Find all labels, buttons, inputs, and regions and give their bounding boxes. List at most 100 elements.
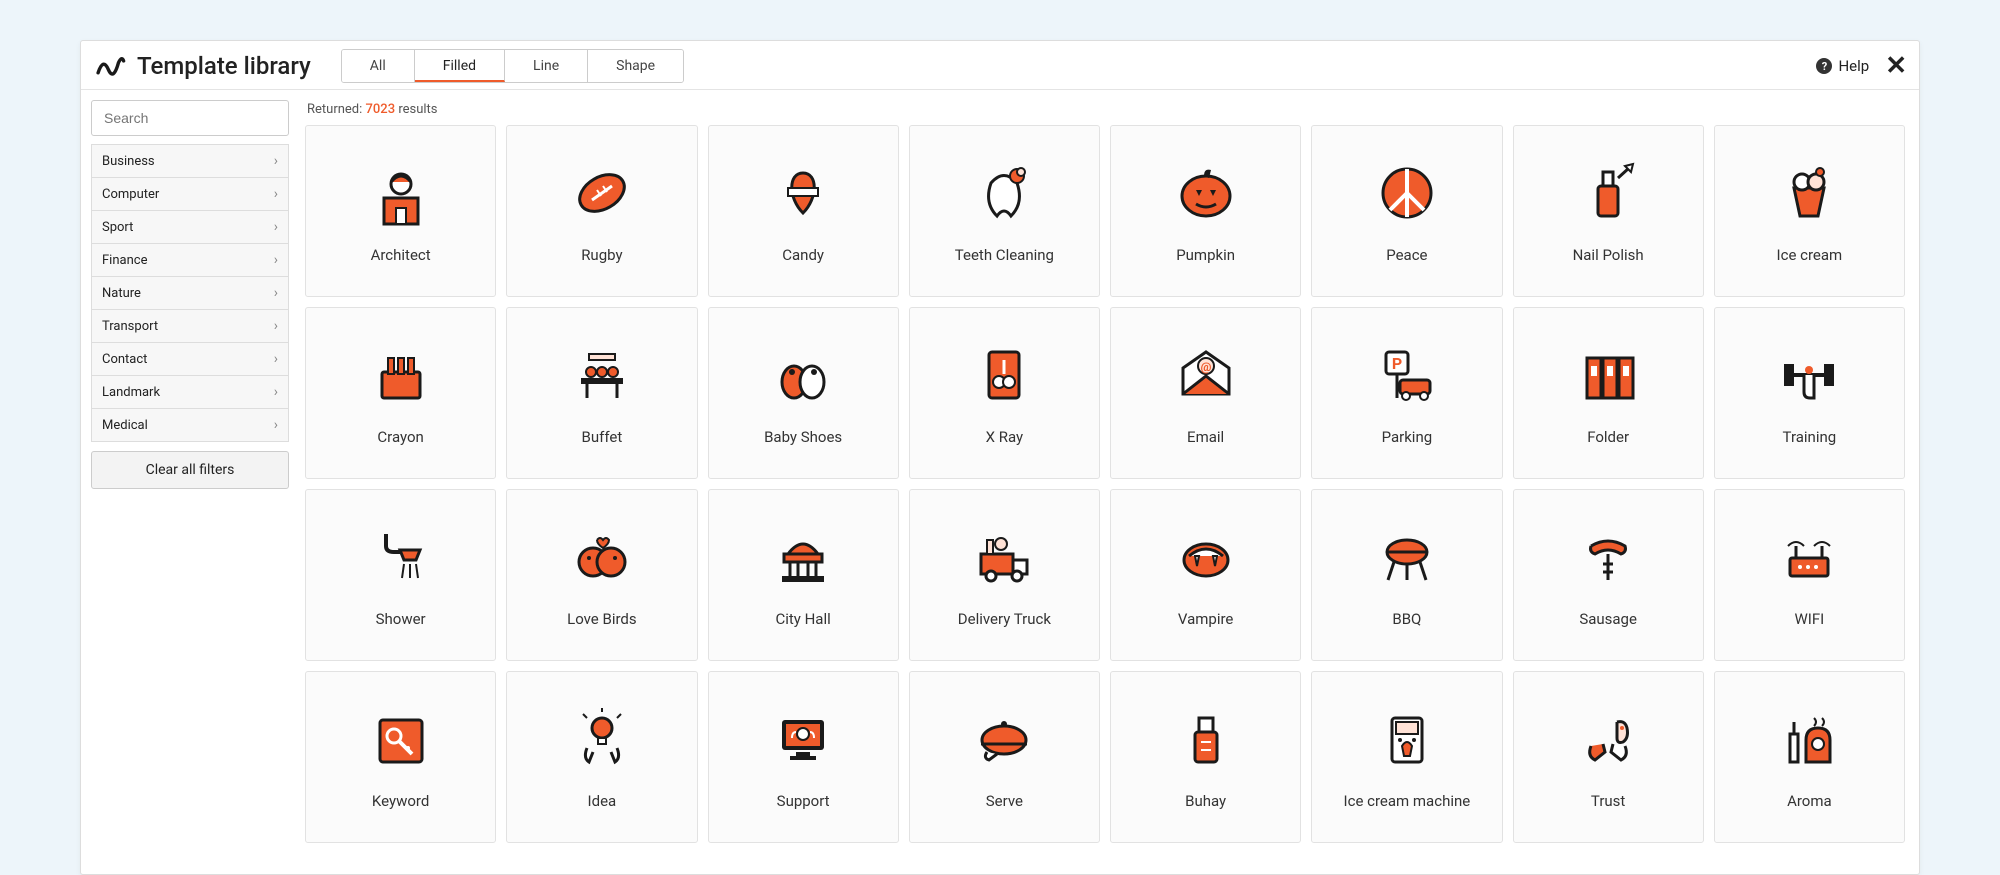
template-card-buhay[interactable]: Buhay	[1110, 671, 1301, 843]
body: Business›Computer›Sport›Finance›Nature›T…	[81, 90, 1919, 874]
template-card-architect[interactable]: Architect	[305, 125, 496, 297]
template-label: Idea	[588, 792, 617, 810]
truck-icon	[969, 522, 1039, 592]
template-card-pumpkin[interactable]: Pumpkin	[1110, 125, 1301, 297]
chevron-right-icon: ›	[274, 351, 278, 367]
template-card-folder[interactable]: Folder	[1513, 307, 1704, 479]
tab-filled[interactable]: Filled	[415, 50, 505, 82]
sausage-icon	[1573, 522, 1643, 592]
app-title: Template library	[137, 52, 311, 80]
buhay-icon	[1171, 704, 1241, 774]
babyshoes-icon	[768, 340, 838, 410]
template-card-babyshoes[interactable]: Baby Shoes	[708, 307, 899, 479]
template-label: Architect	[371, 246, 431, 264]
sidebar: Business›Computer›Sport›Finance›Nature›T…	[81, 90, 299, 874]
template-label: Baby Shoes	[764, 428, 842, 446]
template-card-wifi[interactable]: WIFI	[1714, 489, 1905, 661]
template-card-bbq[interactable]: BBQ	[1311, 489, 1502, 661]
rugby-icon	[567, 158, 637, 228]
icecream-icon	[1774, 158, 1844, 228]
category-finance[interactable]: Finance›	[91, 243, 289, 277]
template-library-window: Template library AllFilledLineShape ? He…	[80, 40, 1920, 875]
template-card-candy[interactable]: Candy	[708, 125, 899, 297]
template-card-sausage[interactable]: Sausage	[1513, 489, 1704, 661]
template-card-crayon[interactable]: Crayon	[305, 307, 496, 479]
serve-icon	[969, 704, 1039, 774]
help-icon: ?	[1816, 58, 1832, 74]
tab-all[interactable]: All	[342, 50, 415, 82]
icecreammachine-icon	[1372, 704, 1442, 774]
template-label: Crayon	[377, 428, 423, 446]
header: Template library AllFilledLineShape ? He…	[81, 41, 1919, 90]
template-label: Ice cream machine	[1344, 792, 1471, 810]
category-label: Finance	[102, 253, 147, 268]
tab-line[interactable]: Line	[505, 50, 588, 82]
chevron-right-icon: ›	[274, 384, 278, 400]
template-card-lovebirds[interactable]: Love Birds	[506, 489, 697, 661]
lovebirds-icon	[567, 522, 637, 592]
category-contact[interactable]: Contact ›	[91, 342, 289, 376]
template-card-vampire[interactable]: Vampire	[1110, 489, 1301, 661]
chevron-right-icon: ›	[274, 285, 278, 301]
email-icon	[1171, 340, 1241, 410]
peace-icon	[1372, 158, 1442, 228]
chevron-right-icon: ›	[274, 186, 278, 202]
template-label: Nail Polish	[1573, 246, 1644, 264]
template-label: Buffet	[582, 428, 623, 446]
template-card-serve[interactable]: Serve	[909, 671, 1100, 843]
category-label: Computer	[102, 187, 159, 202]
template-label: Teeth Cleaning	[955, 246, 1054, 264]
category-computer[interactable]: Computer ›	[91, 177, 289, 211]
template-label: Keyword	[372, 792, 429, 810]
template-label: Shower	[376, 610, 426, 628]
category-business[interactable]: Business›	[91, 144, 289, 178]
template-card-icecream[interactable]: Ice cream	[1714, 125, 1905, 297]
template-card-shower[interactable]: Shower	[305, 489, 496, 661]
template-card-icecreammachine[interactable]: Ice cream machine	[1311, 671, 1502, 843]
template-card-peace[interactable]: Peace	[1311, 125, 1502, 297]
close-icon[interactable]: ✕	[1885, 53, 1907, 79]
template-label: Training	[1783, 428, 1837, 446]
template-card-rugby[interactable]: Rugby	[506, 125, 697, 297]
support-icon	[768, 704, 838, 774]
template-card-aroma[interactable]: Aroma	[1714, 671, 1905, 843]
category-sport[interactable]: Sport›	[91, 210, 289, 244]
chevron-right-icon: ›	[274, 417, 278, 433]
template-card-idea[interactable]: Idea	[506, 671, 697, 843]
category-landmark[interactable]: Landmark›	[91, 375, 289, 409]
category-medical[interactable]: Medical›	[91, 408, 289, 442]
clear-filters-button[interactable]: Clear all filters	[91, 451, 289, 489]
app-logo-icon	[93, 49, 127, 83]
template-card-training[interactable]: Training	[1714, 307, 1905, 479]
chevron-right-icon: ›	[274, 153, 278, 169]
template-label: Candy	[782, 246, 824, 264]
template-card-keyword[interactable]: Keyword	[305, 671, 496, 843]
search-input[interactable]	[91, 100, 289, 136]
chevron-right-icon: ›	[274, 318, 278, 334]
template-card-support[interactable]: Support	[708, 671, 899, 843]
template-card-teeth[interactable]: Teeth Cleaning	[909, 125, 1100, 297]
template-card-email[interactable]: Email	[1110, 307, 1301, 479]
template-label: Aroma	[1787, 792, 1832, 810]
category-nature[interactable]: Nature›	[91, 276, 289, 310]
category-list: Business›Computer›Sport›Finance›Nature›T…	[87, 144, 293, 441]
category-transport[interactable]: Transport›	[91, 309, 289, 343]
header-actions: ? Help ✕	[1816, 53, 1907, 79]
tab-shape[interactable]: Shape	[588, 50, 683, 82]
template-card-parking[interactable]: Parking	[1311, 307, 1502, 479]
help-button[interactable]: ? Help	[1816, 57, 1869, 75]
template-card-xray[interactable]: X Ray	[909, 307, 1100, 479]
template-label: Delivery Truck	[958, 610, 1051, 628]
template-card-nailpolish[interactable]: Nail Polish	[1513, 125, 1704, 297]
template-card-cityhall[interactable]: City Hall	[708, 489, 899, 661]
template-label: Peace	[1386, 246, 1427, 264]
template-label: Parking	[1382, 428, 1433, 446]
template-card-trust[interactable]: Trust	[1513, 671, 1704, 843]
candy-icon	[768, 158, 838, 228]
template-card-buffet[interactable]: Buffet	[506, 307, 697, 479]
category-label: Contact	[102, 352, 147, 367]
template-card-truck[interactable]: Delivery Truck	[909, 489, 1100, 661]
training-icon	[1774, 340, 1844, 410]
template-label: Buhay	[1185, 792, 1226, 810]
template-label: Sausage	[1579, 610, 1637, 628]
